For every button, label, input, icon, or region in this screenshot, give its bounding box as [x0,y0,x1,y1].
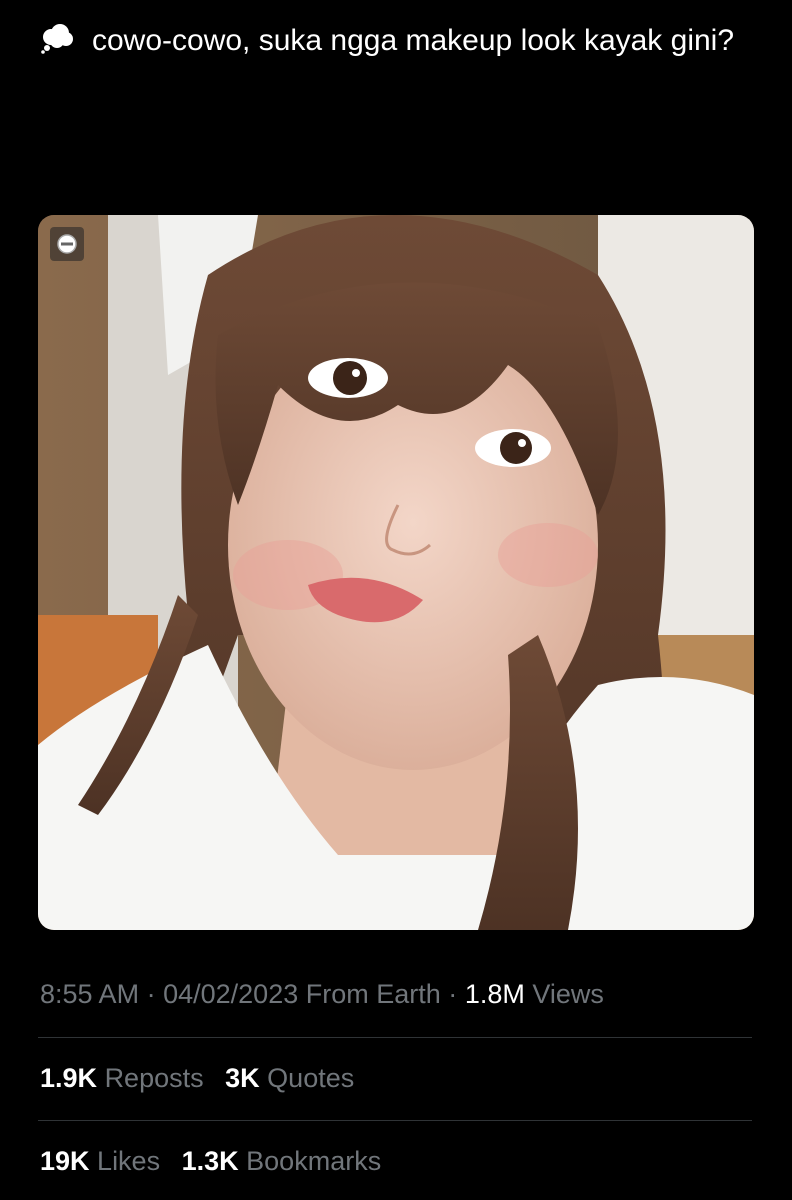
quotes-count: 3K [225,1063,260,1093]
meta-separator: · [146,979,156,1009]
likes-stat[interactable]: 19K Likes [40,1141,160,1181]
reposts-count: 1.9K [40,1063,98,1093]
selfie-photo [38,215,754,930]
quotes-stat[interactable]: 3K Quotes [225,1058,354,1098]
tweet-meta: 8:55 AM · 04/02/2023 From Earth · 1.8M V… [40,974,604,1014]
views-count: 1.8M [464,979,525,1009]
stats-row-reposts-quotes: 1.9K Reposts 3K Quotes [40,1058,368,1098]
likes-label: Likes [97,1146,161,1176]
tweet-time[interactable]: 8:55 AM [40,979,139,1009]
views-label: Views [532,979,604,1009]
tweet-source: From Earth [305,979,441,1009]
stats-row-likes-bookmarks: 19K Likes 1.3K Bookmarks [40,1141,395,1181]
tweet-detail: cowo-cowo, suka ngga makeup look kayak g… [0,0,792,1200]
reposts-label: Reposts [104,1063,204,1093]
tweet-text: cowo-cowo, suka ngga makeup look kayak g… [40,18,760,64]
divider [38,1037,752,1038]
tweet-photo[interactable] [38,215,754,930]
tweet-date[interactable]: 04/02/2023 [163,979,298,1009]
bookmarks-label: Bookmarks [246,1146,382,1176]
bookmarks-count: 1.3K [181,1146,239,1176]
meta-separator: · [448,979,458,1009]
thought-balloon-icon [40,22,74,54]
divider [38,1120,752,1121]
likes-count: 19K [40,1146,90,1176]
tweet-body: cowo-cowo, suka ngga makeup look kayak g… [92,24,735,57]
quotes-label: Quotes [267,1063,355,1093]
bookmarks-stat[interactable]: 1.3K Bookmarks [182,1141,382,1181]
minus-circle-icon [50,227,84,261]
reposts-stat[interactable]: 1.9K Reposts [40,1058,204,1098]
